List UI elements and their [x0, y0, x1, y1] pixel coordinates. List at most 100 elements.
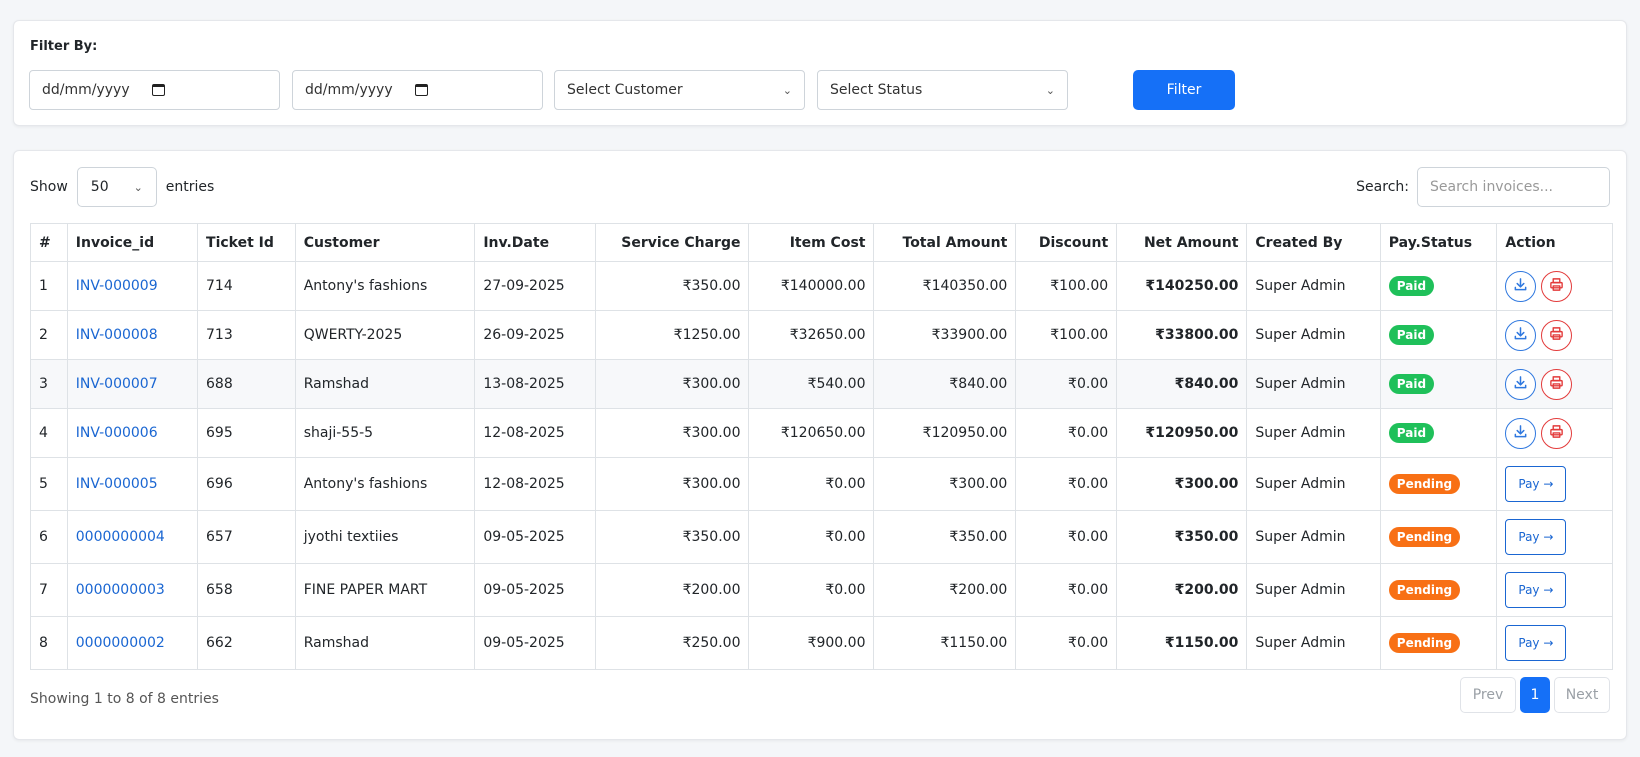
cell-item: ₹540.00 [748, 359, 875, 409]
cell-text: ₹0.00 [1068, 635, 1109, 651]
cell-action: Pay → [1496, 616, 1613, 670]
date-to-input[interactable]: dd/mm/yyyy [292, 70, 543, 110]
cell-action [1496, 359, 1613, 409]
cell-item: ₹120650.00 [748, 408, 875, 458]
cell-created-by: Super Admin [1246, 616, 1381, 670]
status-badge: Pending [1388, 580, 1461, 600]
invoice-link[interactable]: 0000000002 [76, 635, 165, 651]
cell-invoice-id[interactable]: INV-000008 [66, 310, 199, 360]
customer-select[interactable]: Select Customer ⌄ [554, 70, 805, 110]
cell-created-by: Super Admin [1246, 261, 1381, 311]
status-select[interactable]: Select Status ⌄ [817, 70, 1068, 110]
status-select-value: Select Status [830, 82, 923, 98]
pay-button[interactable]: Pay → [1505, 625, 1567, 661]
invoice-link[interactable]: INV-000009 [76, 278, 158, 294]
column-header[interactable]: Customer [294, 223, 476, 262]
invoice-link[interactable]: 0000000003 [76, 582, 165, 598]
print-button[interactable] [1541, 368, 1573, 400]
pay-button[interactable]: Pay → [1505, 466, 1567, 502]
cell-total: ₹1150.00 [873, 616, 1017, 670]
cell-text: ₹0.00 [825, 582, 866, 598]
cell-discount: ₹100.00 [1015, 310, 1118, 360]
column-header[interactable]: Created By [1246, 223, 1381, 262]
cell-invoice-id[interactable]: 0000000004 [66, 510, 199, 564]
cell-invoice-id[interactable]: INV-000007 [66, 359, 199, 409]
cell-ticket-id: 662 [197, 616, 296, 670]
cell-discount: ₹0.00 [1015, 408, 1118, 458]
invoice-link[interactable]: INV-000007 [76, 376, 158, 392]
pay-button[interactable]: Pay → [1505, 572, 1567, 608]
cell-ticket-id: 696 [197, 457, 296, 511]
column-header[interactable]: Net Amount [1116, 223, 1248, 262]
cell-invoice-id[interactable]: 0000000002 [66, 616, 199, 670]
cell-net: ₹1150.00 [1116, 616, 1248, 670]
cell-ticket-id: 713 [197, 310, 296, 360]
download-icon [1513, 375, 1528, 394]
column-header[interactable]: Service Charge [595, 223, 750, 262]
cell-invoice-id[interactable]: 0000000003 [66, 563, 199, 617]
cell-status: Pending [1379, 563, 1498, 617]
invoice-link[interactable]: INV-000006 [76, 425, 158, 441]
date-to-value: dd/mm/yyyy [305, 82, 393, 98]
cell-text: ₹0.00 [1068, 376, 1109, 392]
column-header[interactable]: Pay.Status [1379, 223, 1498, 262]
print-button[interactable] [1541, 417, 1573, 449]
invoice-link[interactable]: 0000000004 [76, 529, 165, 545]
calendar-icon[interactable] [414, 84, 428, 96]
page-length-select[interactable]: 50 ⌄ [76, 167, 157, 207]
invoice-link[interactable]: INV-000008 [76, 327, 158, 343]
cell-text: 26-09-2025 [483, 327, 565, 343]
cell-date: 12-08-2025 [474, 408, 597, 458]
print-button[interactable] [1541, 270, 1573, 302]
cell-text: ₹120950.00 [922, 425, 1008, 441]
page-button-current[interactable]: 1 [1520, 677, 1550, 713]
prev-page-button[interactable]: Prev [1460, 677, 1516, 713]
column-header[interactable]: Invoice_id [66, 223, 199, 262]
cell-discount: ₹100.00 [1015, 261, 1118, 311]
cell-invoice-id[interactable]: INV-000009 [66, 261, 199, 311]
column-header[interactable]: Ticket Id [197, 223, 296, 262]
download-icon [1513, 326, 1528, 345]
search-input[interactable] [1417, 167, 1610, 207]
cell-service: ₹300.00 [595, 359, 750, 409]
cell-invoice-id[interactable]: INV-000006 [66, 408, 199, 458]
cell-text: 12-08-2025 [483, 476, 565, 492]
cell-invoice-id[interactable]: INV-000005 [66, 457, 199, 511]
cell-item: ₹0.00 [748, 457, 875, 511]
column-header[interactable]: # [30, 223, 68, 262]
download-button[interactable] [1505, 270, 1537, 302]
calendar-icon[interactable] [151, 84, 165, 96]
cell-text: ₹140250.00 [1145, 278, 1239, 294]
download-button[interactable] [1505, 417, 1537, 449]
next-page-button[interactable]: Next [1554, 677, 1610, 713]
column-header[interactable]: Total Amount [873, 223, 1017, 262]
column-header[interactable]: Item Cost [748, 223, 875, 262]
cell-net: ₹33800.00 [1116, 310, 1248, 360]
cell-item: ₹0.00 [748, 563, 875, 617]
download-button[interactable] [1505, 319, 1537, 351]
cell-customer: Antony's fashions [294, 261, 476, 311]
cell-text: ₹1250.00 [673, 327, 741, 343]
cell-text: ₹840.00 [949, 376, 1008, 392]
print-button[interactable] [1541, 319, 1573, 351]
download-button[interactable] [1505, 368, 1537, 400]
status-badge: Paid [1388, 325, 1435, 345]
cell-created-by: Super Admin [1246, 510, 1381, 564]
cell-text: QWERTY-2025 [303, 327, 403, 343]
cell-text: 713 [206, 327, 233, 343]
cell-status: Paid [1379, 310, 1498, 360]
cell-total: ₹200.00 [873, 563, 1017, 617]
cell-text: ₹350.00 [1174, 529, 1239, 545]
cell-text: 13-08-2025 [483, 376, 565, 392]
cell-text: 714 [206, 278, 233, 294]
column-header[interactable]: Inv.Date [474, 223, 597, 262]
cell-num: 4 [30, 408, 68, 458]
column-header[interactable]: Discount [1015, 223, 1118, 262]
cell-status: Paid [1379, 261, 1498, 311]
pay-button[interactable]: Pay → [1505, 519, 1567, 555]
filter-button[interactable]: Filter [1133, 70, 1235, 110]
invoice-link[interactable]: INV-000005 [76, 476, 158, 492]
cell-ticket-id: 657 [197, 510, 296, 564]
cell-date: 09-05-2025 [474, 616, 597, 670]
date-from-input[interactable]: dd/mm/yyyy [29, 70, 280, 110]
